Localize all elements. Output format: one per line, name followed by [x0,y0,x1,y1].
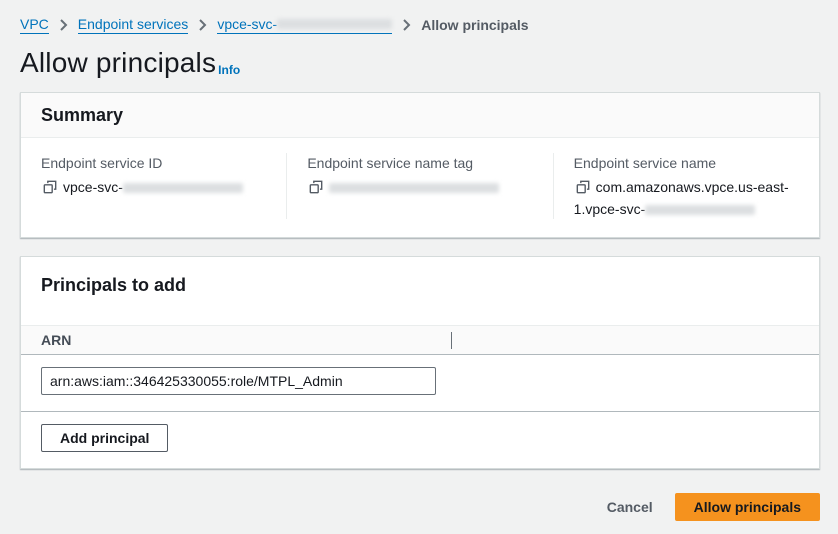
principals-card-footer: Add principal [21,412,819,468]
breadcrumb-separator-icon [402,19,411,31]
summary-body: Endpoint service ID vpce-svc- Endpoint s… [21,138,819,237]
summary-field-endpoint-service-name: Endpoint service name com.amazonaws.vpce… [553,153,819,219]
service-id-prefix: vpce-svc- [217,15,277,33]
column-resize-divider[interactable] [451,332,452,349]
add-principal-button[interactable]: Add principal [41,424,168,452]
allow-principals-button[interactable]: Allow principals [675,493,820,521]
field-label: Endpoint service ID [41,153,266,173]
cancel-button[interactable]: Cancel [607,499,653,515]
principals-to-add-card: Principals to add ARN Add principal [20,256,820,469]
copy-icon[interactable] [43,179,57,199]
arn-column-header-row: ARN [21,325,819,355]
field-value: vpce-svc- [41,177,266,199]
redacted-value [329,183,499,193]
breadcrumb-link-endpoint-service-id[interactable]: vpce-svc- [217,15,392,34]
summary-card-header: Summary [21,93,819,138]
summary-field-endpoint-service-id: Endpoint service ID vpce-svc- [21,153,286,219]
redacted-service-id [277,19,392,29]
breadcrumb-link-endpoint-services[interactable]: Endpoint services [78,15,189,34]
breadcrumb-current: Allow principals [421,16,528,34]
redacted-value [123,183,243,193]
field-value [307,177,532,199]
copy-icon[interactable] [309,179,323,199]
breadcrumb: VPC Endpoint services vpce-svc- Allow pr… [0,0,838,34]
redacted-value [645,205,755,215]
summary-field-endpoint-service-name-tag: Endpoint service name tag [286,153,552,219]
arn-input[interactable] [41,367,436,395]
page-actions: Cancel Allow principals [20,493,820,521]
arn-input-row [21,355,819,412]
principals-card-header: Principals to add [21,257,819,325]
breadcrumb-link-vpc[interactable]: VPC [20,15,49,34]
breadcrumb-separator-icon [198,19,207,31]
page-title: Allow principals [20,47,216,78]
principals-title: Principals to add [41,274,799,296]
field-label: Endpoint service name [574,153,799,173]
copy-icon[interactable] [576,179,590,199]
breadcrumb-separator-icon [59,19,68,31]
endpoint-service-id-value: vpce-svc- [63,179,123,195]
info-link[interactable]: Info [218,63,240,77]
arn-column-header: ARN [41,332,71,348]
page-header: Allow principalsInfo [0,34,838,92]
summary-card: Summary Endpoint service ID vpce-svc- En… [20,92,820,238]
field-value: com.amazonaws.vpce.us-east-1.vpce-svc- [574,177,799,219]
summary-title: Summary [41,104,799,126]
field-label: Endpoint service name tag [307,153,532,173]
